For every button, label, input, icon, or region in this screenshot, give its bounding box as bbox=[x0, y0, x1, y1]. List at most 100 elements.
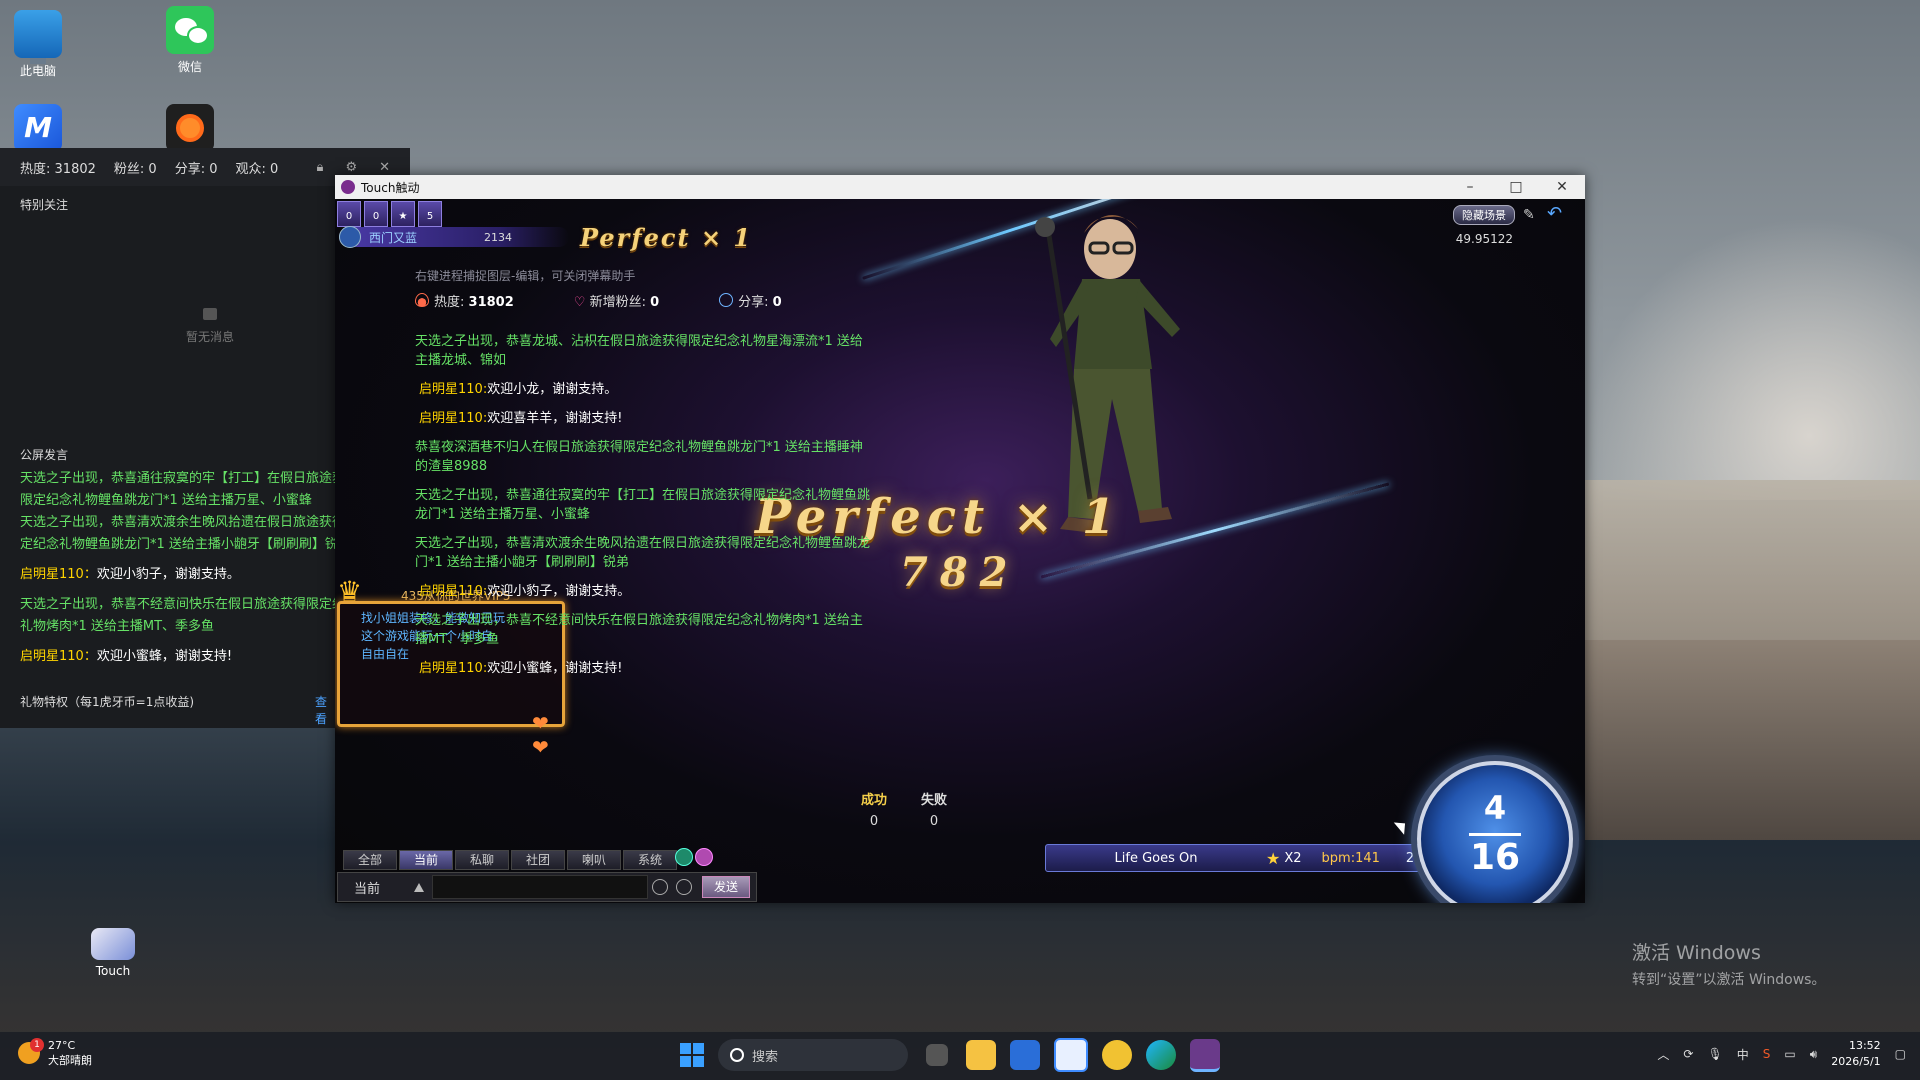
ime-indicator[interactable]: 中 bbox=[1737, 1046, 1749, 1063]
star-icon: ★ bbox=[1266, 848, 1281, 868]
volume-icon[interactable]: 🔊︎ bbox=[1810, 1047, 1818, 1062]
song-info-bar: Life Goes On ★ X2 bpm:141 2:55 bbox=[1045, 844, 1467, 872]
message-text: 欢迎小蜜蜂，谢谢支持! bbox=[96, 649, 233, 664]
edge-icon[interactable] bbox=[1146, 1040, 1176, 1070]
heat-stat: 热度: 31802 bbox=[415, 291, 514, 310]
gift-more-link[interactable]: 查看 bbox=[315, 693, 327, 727]
chat-tab[interactable]: 系统 bbox=[623, 850, 677, 870]
overlay-chat-message: 天选之子出现，恭喜不经意间快乐在假日旅途获得限定纪念礼物烤肉*1 送给主播MT、… bbox=[415, 613, 863, 647]
hearts-icon: ❤❤ bbox=[532, 711, 549, 759]
lock-icon[interactable]: 🔒︎ bbox=[317, 160, 324, 175]
badge: 0 bbox=[364, 201, 388, 227]
chat-input-row: 当前 发送 bbox=[337, 872, 757, 902]
bpm: bpm:141 bbox=[1321, 850, 1380, 866]
notification-icon[interactable]: ▢ bbox=[1895, 1047, 1906, 1061]
result-counter: 成功 0 失败 0 bbox=[861, 789, 947, 829]
window-titlebar: Touch触动 – □ ✕ bbox=[335, 175, 1585, 199]
gear-icon[interactable]: ⚙ bbox=[345, 160, 357, 175]
media-player-icon[interactable] bbox=[1102, 1040, 1132, 1070]
fire-icon bbox=[415, 293, 429, 307]
taskbar: 1 27°C 大部晴朗 搜索 ︿ ⟳ 🎙︎ 中 S ▭ 🔊︎ 13:52 202… bbox=[0, 1031, 1920, 1080]
face-icon[interactable] bbox=[695, 848, 713, 866]
sender-name: 启明星110: bbox=[419, 584, 488, 599]
sync-icon[interactable]: ⟳ bbox=[1683, 1047, 1693, 1061]
overlay-chat-message: 启明星110:欢迎小龙，谢谢支持。 bbox=[415, 380, 875, 399]
task-view-icon[interactable] bbox=[926, 1044, 948, 1066]
network-icon[interactable]: ▭ bbox=[1784, 1047, 1795, 1061]
send-button[interactable]: 发送 bbox=[702, 876, 750, 898]
chat-tab[interactable]: 私聊 bbox=[455, 850, 509, 870]
minimize-button[interactable]: – bbox=[1447, 175, 1493, 199]
player-score-bar: 西门又蓝 2134 bbox=[339, 226, 569, 248]
hide-scene-button[interactable]: 隐藏场景 bbox=[1453, 205, 1515, 225]
heart-icon: ♡ bbox=[573, 295, 586, 310]
message-text: 欢迎小龙，谢谢支持。 bbox=[487, 382, 618, 397]
overlay-chat-message: 天选之子出现，恭喜清欢渡余生晚风拾遗在假日旅途获得限定纪念礼物鲤鱼跳龙门*1 送… bbox=[415, 536, 871, 570]
sogou-icon[interactable]: S bbox=[1763, 1047, 1771, 1061]
microphone-icon[interactable]: 🎙︎ bbox=[1707, 1047, 1722, 1061]
touch-taskbar-icon[interactable] bbox=[1190, 1038, 1220, 1072]
chevron-up-icon[interactable]: ︿ bbox=[1657, 1046, 1669, 1063]
weather-desc: 大部晴朗 bbox=[48, 1054, 92, 1067]
maximize-button[interactable]: □ bbox=[1493, 175, 1539, 199]
badge-star-icon: ★ bbox=[391, 201, 415, 227]
new-fans-stat: ♡ 新增粉丝: 0 bbox=[573, 295, 660, 310]
chat-tab[interactable]: 全部 bbox=[343, 850, 397, 870]
temperature: 27°C bbox=[48, 1039, 76, 1052]
window-title: Touch触动 bbox=[361, 180, 420, 195]
smile-icon[interactable] bbox=[676, 879, 692, 895]
desktop-icon-wechat[interactable]: 微信 bbox=[145, 6, 235, 75]
overlay-chat-message: 天选之子出现，恭喜通往寂寞的牢【打工】在假日旅途获得限定纪念礼物鲤鱼跳龙门*1 … bbox=[415, 488, 871, 522]
triangle-up-icon[interactable] bbox=[414, 882, 424, 892]
desktop-icon-this-pc[interactable]: 此电脑 bbox=[0, 10, 83, 79]
overlay-chat-message: 天选之子出现，恭喜龙城、沾枳在假日旅途获得限定纪念礼物星海漂流*1 送给主播龙城… bbox=[415, 334, 863, 368]
channel-select[interactable]: 当前 bbox=[338, 878, 414, 897]
sender-name: 启明星110： bbox=[20, 649, 97, 664]
share-icon bbox=[719, 293, 734, 307]
taskbar-search[interactable]: 搜索 bbox=[718, 1039, 908, 1071]
fps-readout: 49.95122 bbox=[1455, 232, 1513, 246]
close-icon[interactable]: ✕ bbox=[379, 160, 390, 175]
wrench-icon[interactable]: ✎ bbox=[1523, 207, 1539, 223]
back-icon[interactable]: ↶ bbox=[1547, 205, 1565, 224]
windows-start-icon[interactable] bbox=[680, 1043, 704, 1067]
chat-input[interactable] bbox=[432, 875, 648, 899]
chat-tab[interactable]: 当前 bbox=[399, 850, 453, 870]
badge: 5 bbox=[418, 201, 442, 227]
badge: 0 bbox=[337, 201, 361, 227]
share-stat: 分享: 0 bbox=[174, 161, 218, 177]
share-stat: 分享: 0 bbox=[719, 291, 782, 310]
success-count: 成功 0 bbox=[861, 793, 888, 829]
message-text: 欢迎小豹子，谢谢支持。 bbox=[487, 584, 631, 599]
m-app-icon: M bbox=[14, 104, 62, 152]
perfect-indicator: Perfect × 1 bbox=[580, 223, 753, 252]
no-sign-icon[interactable] bbox=[652, 879, 668, 895]
fans-stat: 粉丝: 0 bbox=[113, 161, 157, 177]
gift-privilege: 礼物特权（每1虎牙币=1点收益) 查看 bbox=[20, 695, 328, 726]
file-explorer-icon[interactable] bbox=[966, 1040, 996, 1070]
computer-icon bbox=[14, 10, 62, 64]
close-button[interactable]: ✕ bbox=[1539, 175, 1585, 199]
player-score: 2134 bbox=[484, 230, 512, 244]
weather-widget[interactable]: 1 27°C 大部晴朗 bbox=[18, 1038, 92, 1068]
clock[interactable]: 13:52 2026/5/1 bbox=[1831, 1038, 1880, 1070]
message-text: 欢迎小蜜蜂，谢谢支持! bbox=[487, 661, 623, 676]
empty-box-icon bbox=[203, 308, 217, 320]
message-text: 欢迎小豹子，谢谢支持。 bbox=[96, 567, 240, 582]
desktop-icon-touch[interactable]: Touch bbox=[68, 928, 158, 978]
scene-controls: 隐藏场景 ✎ ↶ bbox=[1453, 205, 1565, 225]
beat-current: 4 bbox=[1483, 789, 1507, 827]
player-badges: 0 0 ★ 5 bbox=[337, 201, 442, 227]
emoji-icon[interactable] bbox=[675, 848, 693, 866]
wallpaper-beach bbox=[1560, 640, 1920, 840]
chat-tab[interactable]: 社团 bbox=[511, 850, 565, 870]
m-app-taskbar-icon[interactable] bbox=[1054, 1038, 1088, 1072]
empty-state: 暂无消息 bbox=[180, 308, 240, 345]
multiplier: X2 bbox=[1284, 850, 1302, 866]
store-icon[interactable] bbox=[1010, 1040, 1040, 1070]
wallpaper-sky bbox=[1550, 180, 1920, 500]
overlay-chat-message: 启明星110:欢迎喜羊羊，谢谢支持! bbox=[415, 409, 875, 428]
overlay-chat-message: 启明星110:欢迎小蜜蜂，谢谢支持! bbox=[415, 659, 875, 678]
chat-tab[interactable]: 喇叭 bbox=[567, 850, 621, 870]
overlay-chat-message: 恭喜夜深酒巷不归人在假日旅途获得限定纪念礼物鲤鱼跳龙门*1 送给主播睡神的渣皇8… bbox=[415, 440, 863, 474]
